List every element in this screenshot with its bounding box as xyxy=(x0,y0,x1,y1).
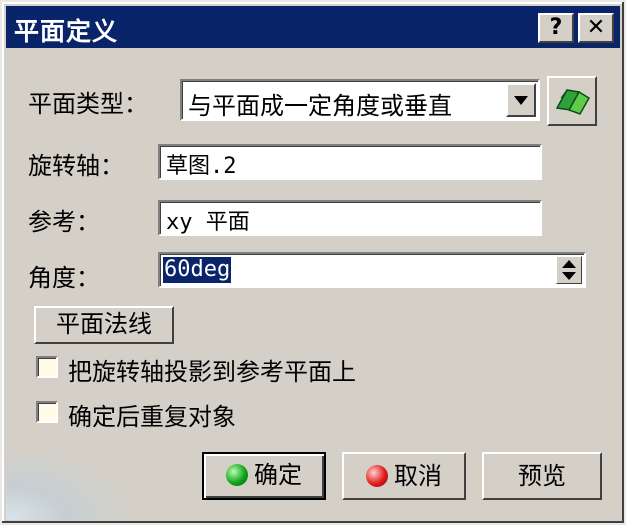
plane-type-dropdown[interactable]: 与平面成一定角度或垂直 xyxy=(180,79,540,121)
plane-type-label: 平面类型： xyxy=(28,90,148,118)
plane-definition-dialog: 平面定义 ? ✕ 平面类型： 与平面成一定角度或垂直 旋转轴： 草图.2 参考：… xyxy=(0,0,626,525)
green-dot-icon xyxy=(226,464,248,486)
spin-updown-icon[interactable] xyxy=(556,256,582,284)
green-plane-icon xyxy=(555,89,591,115)
close-button[interactable]: ✕ xyxy=(578,13,614,43)
dialog-title: 平面定义 xyxy=(14,17,119,46)
rotation-axis-field[interactable]: 草图.2 xyxy=(158,144,542,180)
cancel-button[interactable]: 取消 xyxy=(342,452,466,500)
corner-decoration xyxy=(6,442,146,520)
repeat-object-label: 确定后重复对象 xyxy=(68,403,236,431)
rotation-axis-value: 草图.2 xyxy=(166,154,237,179)
reference-label: 参考： xyxy=(28,208,100,236)
angle-label: 角度： xyxy=(28,264,100,292)
plane-normal-button[interactable]: 平面法线 xyxy=(34,306,174,344)
help-button[interactable]: ? xyxy=(538,13,574,43)
cancel-label: 取消 xyxy=(394,462,442,490)
repeat-object-checkbox[interactable] xyxy=(36,401,58,423)
angle-value: 60deg xyxy=(163,257,232,283)
plane-tool-button[interactable] xyxy=(547,76,597,126)
angle-field[interactable]: 60deg xyxy=(158,252,586,288)
rotation-axis-label: 旋转轴： xyxy=(28,152,124,180)
ok-label: 确定 xyxy=(254,461,302,489)
spin-down-icon[interactable] xyxy=(562,272,576,280)
spin-up-icon[interactable] xyxy=(562,260,576,268)
plane-type-value: 与平面成一定角度或垂直 xyxy=(188,92,452,120)
project-axis-label: 把旋转轴投影到参考平面上 xyxy=(68,358,356,386)
chevron-down-icon[interactable] xyxy=(506,83,536,117)
reference-value: xy 平面 xyxy=(166,210,250,235)
project-axis-checkbox[interactable] xyxy=(36,356,58,378)
reference-field[interactable]: xy 平面 xyxy=(158,200,542,236)
title-bar[interactable]: 平面定义 ? ✕ xyxy=(6,6,620,48)
ok-button[interactable]: 确定 xyxy=(202,452,326,500)
red-dot-icon xyxy=(366,465,388,487)
preview-button[interactable]: 预览 xyxy=(482,452,602,500)
